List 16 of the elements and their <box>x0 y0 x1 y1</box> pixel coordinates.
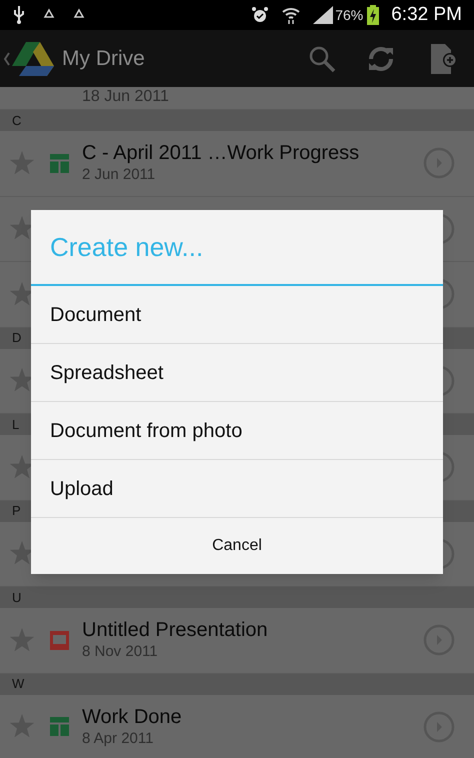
section-letter: U <box>12 588 22 607</box>
file-title: Work Done <box>82 704 182 730</box>
file-date: 18 Jun 2011 <box>82 89 169 105</box>
clock: 6:32 PM <box>391 2 462 27</box>
file-date: 2 Jun 2011 <box>82 166 156 186</box>
dialog-title: Create new... <box>31 210 443 286</box>
file-date: 8 Apr 2011 <box>82 730 154 749</box>
section-letter: W <box>12 675 24 694</box>
file-title: C - April 2011 …Work Progress <box>82 141 360 166</box>
section-letter: P <box>12 502 21 520</box>
section-letter: D <box>12 329 22 348</box>
battery-percent: 76% <box>335 6 364 24</box>
section-letter: C <box>12 112 22 130</box>
section-letter: L <box>12 416 20 434</box>
file-title: Untitled Presentation <box>82 618 268 644</box>
file-date: 8 Nov 2011 <box>82 643 159 662</box>
